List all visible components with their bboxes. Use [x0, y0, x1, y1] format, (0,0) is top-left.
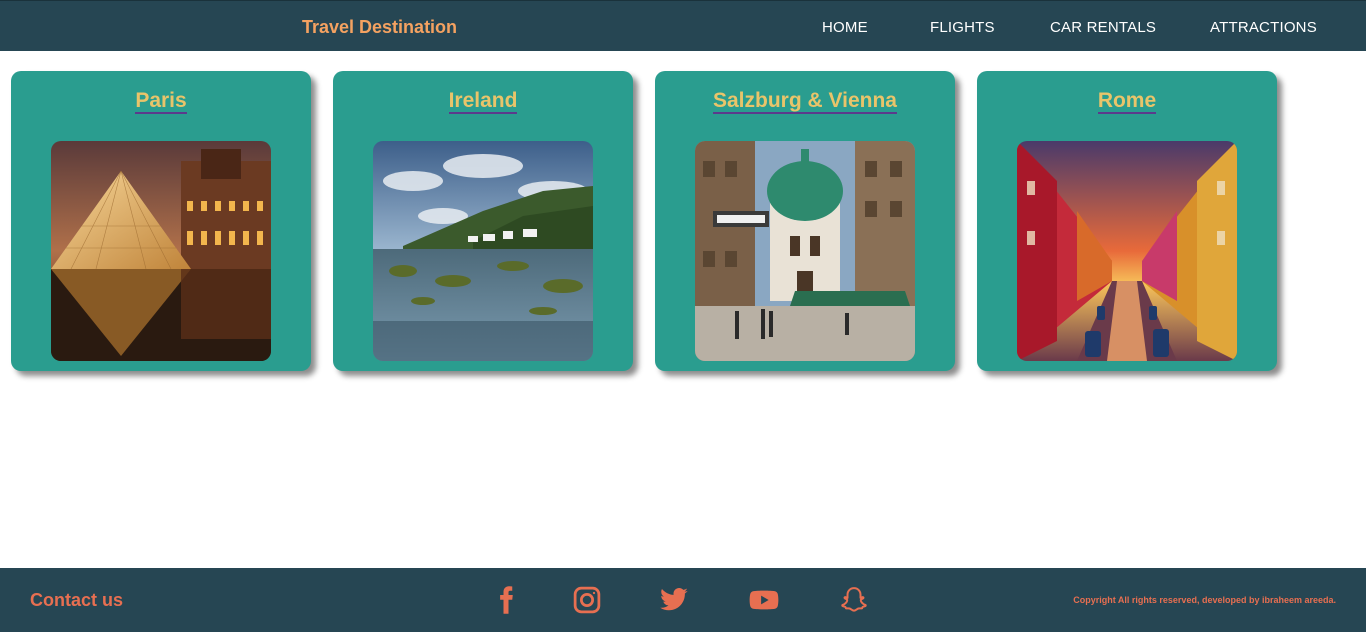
facebook-icon[interactable] — [488, 582, 524, 618]
nav-attractions-link[interactable]: ATTRACTIONS — [1210, 19, 1317, 36]
card-title-ireland-link[interactable]: Ireland — [448, 89, 518, 114]
card-title-wrap: Ireland — [333, 89, 633, 114]
site-footer: Contact us Copyright All rights reserved… — [0, 568, 1366, 632]
destination-card-rome: Rome — [977, 71, 1277, 371]
card-title-wrap: Paris — [11, 89, 311, 114]
card-title-wrap: Salzburg & Vienna — [655, 89, 955, 114]
card-title-paris-link[interactable]: Paris — [135, 89, 187, 114]
brand-title[interactable]: Travel Destination — [302, 17, 457, 38]
top-navbar: Travel Destination HOME FLIGHTS CAR RENT… — [0, 0, 1366, 51]
twitter-icon[interactable] — [656, 582, 692, 618]
card-title-salzburg-vienna-link[interactable]: Salzburg & Vienna — [713, 89, 897, 114]
vienna-image[interactable] — [695, 141, 915, 361]
destination-card-paris: Paris — [11, 71, 311, 371]
card-title-rome-link[interactable]: Rome — [1097, 89, 1157, 114]
nav-car-rentals-link[interactable]: CAR RENTALS — [1050, 19, 1156, 36]
instagram-icon[interactable] — [569, 582, 605, 618]
snapchat-icon[interactable] — [836, 582, 872, 618]
copyright-text: Copyright All rights reserved, developed… — [1073, 595, 1336, 605]
ireland-image[interactable] — [373, 141, 593, 361]
nav-flights-link[interactable]: FLIGHTS — [930, 19, 995, 36]
destination-card-salzburg-vienna: Salzburg & Vienna — [655, 71, 955, 371]
destination-card-ireland: Ireland — [333, 71, 633, 371]
paris-image[interactable] — [51, 141, 271, 361]
rome-image[interactable] — [1017, 141, 1237, 361]
youtube-icon[interactable] — [746, 582, 782, 618]
nav-home-link[interactable]: HOME — [822, 19, 868, 36]
card-title-wrap: Rome — [977, 89, 1277, 114]
